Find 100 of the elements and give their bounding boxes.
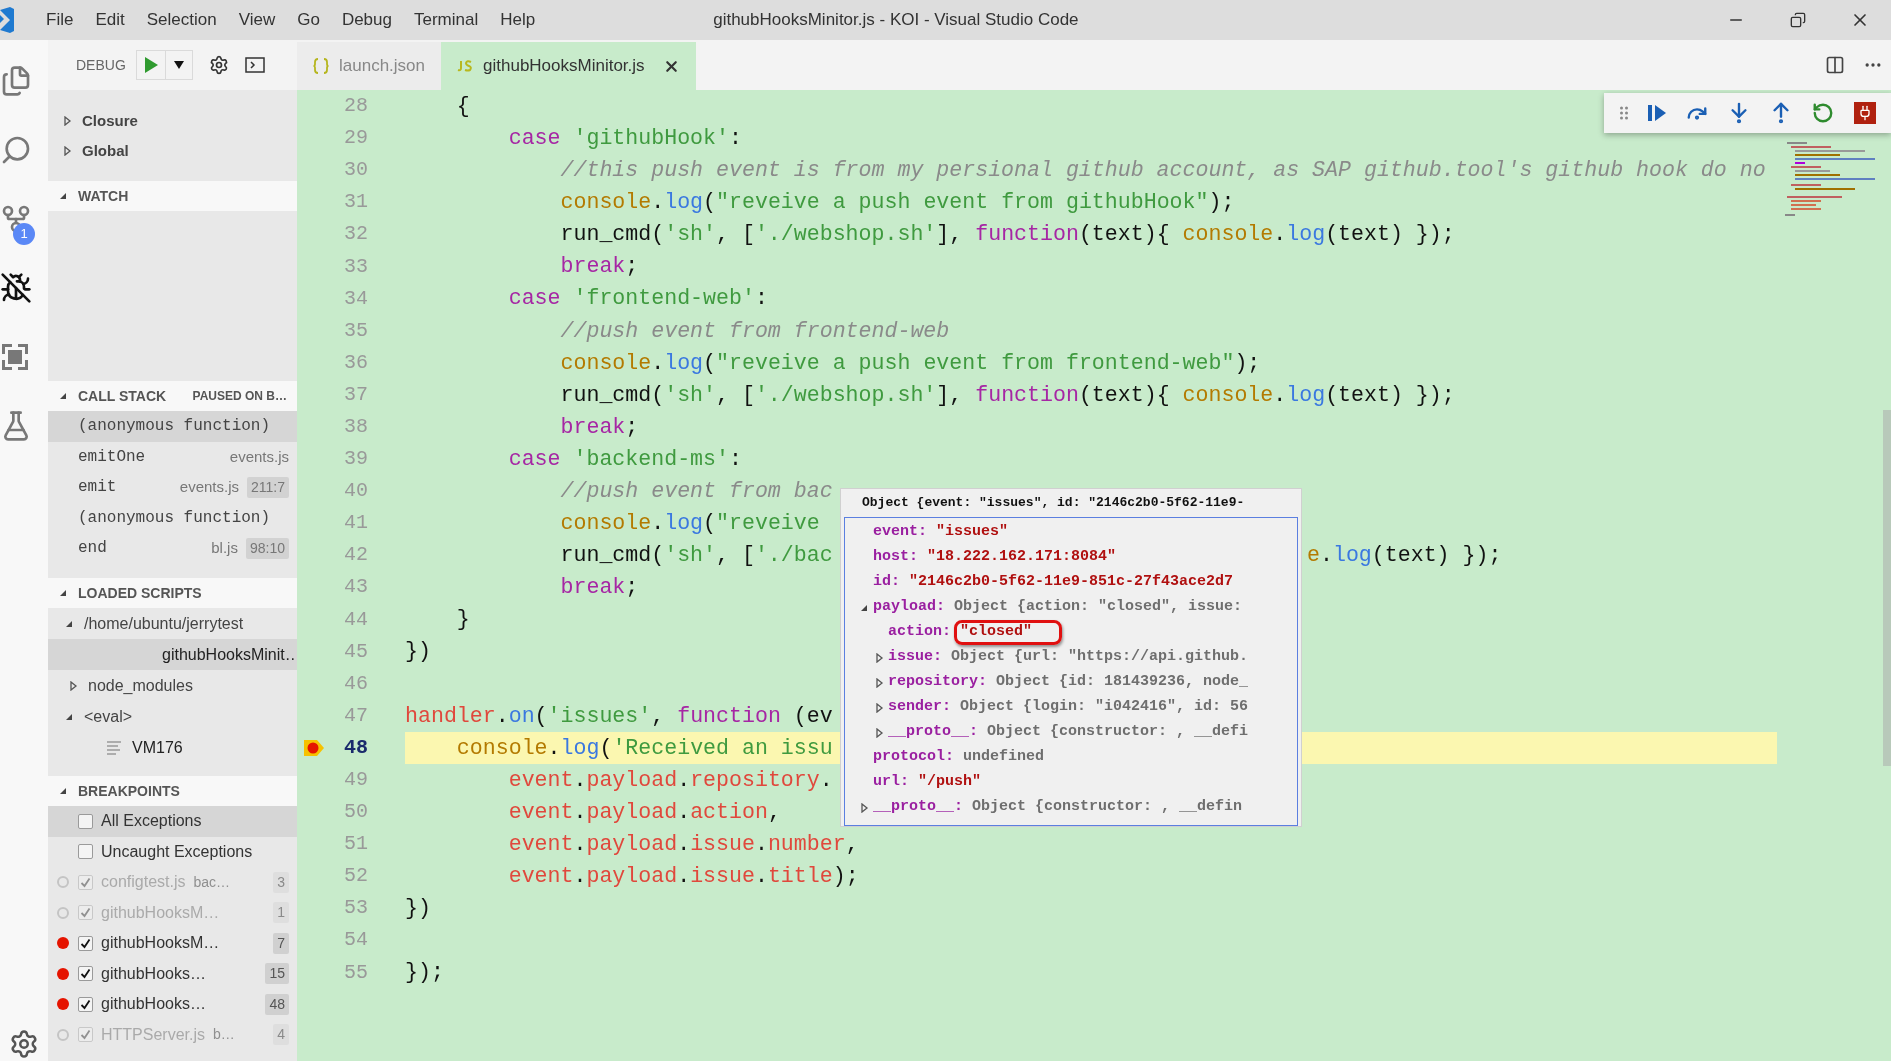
line-number: 34 (344, 285, 368, 312)
property-text: sender: Object {login: "i042416", id: 56 (888, 697, 1249, 718)
checkbox[interactable] (78, 996, 93, 1012)
property-text: repository: Object {id: 181439236, node_ (888, 672, 1249, 693)
continue-icon[interactable] (1648, 105, 1666, 121)
breakpoint-detail: bac… (193, 872, 231, 892)
checkbox[interactable] (78, 966, 93, 982)
breakpoint-label[interactable]: Uncaught Exceptions (101, 839, 253, 864)
section-header[interactable]: BREAKPOINTS (48, 776, 297, 806)
caret-icon[interactable] (58, 786, 68, 796)
settings-icon[interactable] (9, 1029, 39, 1059)
script-folder[interactable]: /home/ubuntu/jerrytest (84, 611, 244, 636)
extensions-icon[interactable] (0, 341, 30, 372)
script-file[interactable]: VM176 (132, 735, 183, 760)
code-text: console.log("reveive a push event from githubHook"); (559, 189, 1235, 217)
line-number: 49 (344, 767, 368, 793)
line-number: 44 (344, 606, 368, 633)
stack-frame-name[interactable]: (anonymous function) (78, 414, 271, 439)
menu-item[interactable]: View (230, 7, 284, 33)
stack-frame-name[interactable]: emitOne (78, 444, 146, 469)
line-number: 51 (344, 831, 368, 858)
line-number-badge: 4 (273, 1024, 289, 1046)
restore-icon[interactable] (1790, 12, 1806, 28)
terminal-icon[interactable] (244, 57, 265, 73)
caret-icon[interactable] (68, 680, 78, 691)
script-file[interactable]: githubHooksMinit… (162, 642, 297, 667)
breakpoint-label[interactable]: githubHooks… (101, 961, 206, 986)
code-text: event.payload.issue.number, (507, 831, 859, 858)
menu-item[interactable]: Edit (87, 7, 133, 33)
script-folder[interactable]: node_modules (88, 673, 193, 698)
script-folder[interactable]: <eval> (84, 704, 133, 729)
code-text: event.payload.action, (507, 798, 781, 826)
step-out-icon[interactable] (1770, 102, 1792, 124)
scope-item[interactable]: Closure (82, 109, 138, 133)
line-number: 48 (344, 734, 368, 761)
breakpoint-label[interactable]: githubHooks… (101, 992, 206, 1017)
stack-frame-name[interactable]: (anonymous function) (78, 505, 271, 530)
play-icon[interactable] (143, 57, 158, 73)
code-text: //this push event is from my persional github account, as SAP github.tool's github hook do no (559, 157, 1766, 185)
checkbox[interactable] (78, 935, 93, 951)
property-text: protocol: undefined (873, 747, 1045, 768)
line-number: 36 (344, 349, 368, 376)
bug-icon[interactable] (0, 271, 32, 304)
stack-frame-name[interactable]: emit (78, 475, 117, 500)
caret-icon[interactable] (58, 191, 68, 201)
settings-icon[interactable] (208, 55, 229, 75)
stack-frame-name[interactable]: end (78, 536, 107, 561)
caret-icon[interactable] (874, 677, 884, 688)
code-text: }) (405, 895, 431, 923)
menu-item[interactable]: Help (492, 7, 544, 33)
line-number: 45 (344, 638, 368, 665)
code-text: console.log("reveive (559, 510, 820, 538)
line-number: 39 (344, 446, 368, 473)
property-text: action: "closed" (888, 622, 1033, 643)
menu-item[interactable]: Debug (333, 7, 400, 33)
checkbox[interactable] (78, 813, 93, 829)
step-into-icon[interactable] (1728, 102, 1750, 124)
disconnect-button[interactable] (1854, 102, 1876, 124)
section-title: WATCH (78, 186, 129, 206)
line-number: 30 (344, 157, 368, 184)
code-text: event.payload.repository. (507, 766, 833, 794)
dropdown-caret-icon[interactable] (173, 61, 184, 69)
menu-item[interactable]: Terminal (406, 7, 487, 33)
code-text: run_cmd('sh', ['./webshop.sh'], function(text){ console.log(text) }); (559, 381, 1455, 409)
scrollbar-thumb[interactable] (1883, 410, 1891, 766)
restart-icon[interactable] (1812, 102, 1834, 124)
property-text: __proto__: Object {constructor: , __defin (873, 797, 1243, 818)
menu-item[interactable]: Go (289, 7, 328, 33)
split-editor-icon[interactable] (1825, 55, 1845, 75)
line-number: 50 (344, 799, 368, 826)
line-position-badge: 98:10 (245, 537, 289, 559)
section-header[interactable]: WATCH (48, 181, 297, 211)
caret-icon[interactable] (874, 652, 884, 663)
scope-item[interactable]: Global (82, 139, 129, 163)
editor-tab[interactable]: githubHooksMinitor.js (441, 42, 696, 90)
run-configuration-control[interactable] (135, 50, 193, 80)
caret-icon[interactable] (874, 727, 884, 738)
section-header[interactable]: CALL STACK PAUSED ON B… (48, 381, 297, 411)
line-number: 46 (344, 670, 368, 697)
menu-item[interactable]: Selection (138, 7, 225, 33)
caret-icon[interactable] (859, 802, 869, 813)
breakpoint-label[interactable]: All Exceptions (101, 809, 202, 834)
section-header[interactable]: LOADED SCRIPTS (48, 578, 297, 608)
files-icon[interactable] (0, 64, 32, 97)
drag-handle-icon[interactable] (1620, 106, 1628, 120)
caret-icon[interactable] (62, 116, 72, 126)
line-number: 42 (344, 542, 368, 569)
caret-icon[interactable] (58, 588, 68, 598)
caret-icon[interactable] (58, 391, 68, 401)
notification-badge: 1 (13, 223, 35, 245)
caret-icon[interactable] (62, 146, 72, 156)
menu-item[interactable]: File (38, 7, 82, 33)
breakpoint-arrow-icon[interactable] (304, 739, 324, 756)
caret-icon[interactable] (874, 702, 884, 713)
property-text: id: "2146c2b0-5f62-11e9-851c-27f43ace2d7 (873, 572, 1234, 593)
breakpoint-label[interactable]: githubHooksM… (101, 931, 220, 956)
checkbox[interactable] (78, 844, 93, 860)
debug-label: DEBUG (76, 55, 126, 75)
stack-frame-file: bl.js (211, 538, 238, 558)
line-number: 47 (344, 702, 368, 729)
